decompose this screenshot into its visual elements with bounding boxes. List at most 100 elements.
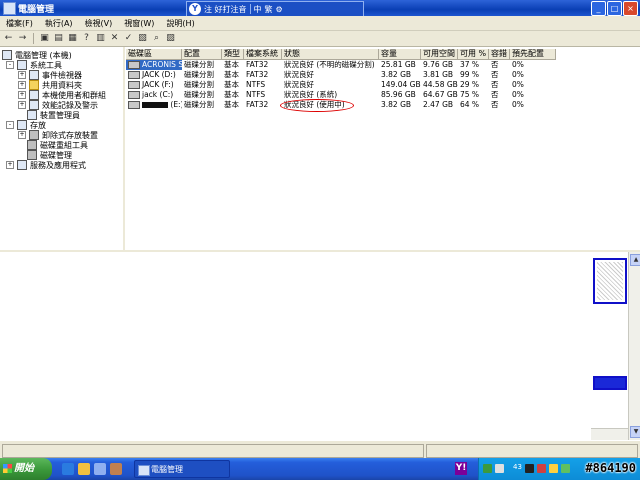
delete-icon[interactable]: ✕ <box>109 33 120 44</box>
drive-icon <box>128 61 140 69</box>
explorer-icon[interactable] <box>78 463 90 475</box>
col-free-space[interactable]: 可用空間 <box>421 49 458 59</box>
disk-management-icon <box>27 150 37 160</box>
col-status[interactable]: 狀態 <box>282 49 379 59</box>
collapse-icon[interactable]: - <box>6 121 14 129</box>
tree-node-services[interactable]: + 服務及應用程式 <box>6 160 86 170</box>
tree-node-disk-management[interactable]: 磁碟管理 <box>27 150 72 160</box>
tree-node-storage[interactable]: - 存放 <box>6 120 46 130</box>
window-title: 電腦管理 <box>18 5 55 15</box>
tree-node-removable-storage[interactable]: + 卸除式存放裝置 <box>18 130 98 140</box>
title-bar[interactable]: 電腦管理 Y 注 好打注音 中 繁 ⚙ _ □ × <box>0 0 640 17</box>
tray-app-icon[interactable] <box>525 464 534 473</box>
show-tree-icon[interactable]: ▤ <box>53 33 64 44</box>
ime-mode[interactable]: 中 <box>254 4 262 15</box>
col-volume[interactable]: 磁碟區 <box>126 49 182 59</box>
col-type[interactable]: 類型 <box>222 49 244 59</box>
drive-icon <box>128 91 140 99</box>
forward-icon[interactable]: → <box>17 33 28 44</box>
menu-window[interactable]: 視窗(W) <box>118 18 160 29</box>
taskbar-item-computer-management[interactable]: 電腦管理 <box>134 460 230 478</box>
tree-node-root[interactable]: 電腦管理 (本機) <box>2 50 72 60</box>
tray-number: 43 <box>513 463 522 471</box>
col-filesystem[interactable]: 檔案系統 <box>244 49 282 59</box>
tree-node-system-tools[interactable]: - 系統工具 <box>6 60 62 70</box>
hatched-fill <box>597 262 623 300</box>
check-icon[interactable]: ✓ <box>123 33 134 44</box>
tree-node-device-manager[interactable]: 裝置管理員 <box>27 110 80 120</box>
export-icon[interactable]: ▨ <box>165 33 176 44</box>
defrag-icon <box>27 140 37 150</box>
drive-icon <box>128 101 140 109</box>
properties-icon[interactable]: ▦ <box>67 33 78 44</box>
partition-block[interactable] <box>593 258 627 304</box>
col-fault-tolerance[interactable]: 容錯 <box>489 49 510 59</box>
view-icon[interactable]: ▥ <box>95 33 106 44</box>
table-row[interactable]: ACRONIS SZ 磁碟分割 基本 FAT32 狀況良好 (不明的磁碟分割) … <box>126 60 556 70</box>
back-icon[interactable]: ← <box>3 33 14 44</box>
expand-icon[interactable]: + <box>18 101 26 109</box>
search-icon[interactable]: ⌕ <box>151 33 162 44</box>
ie-icon[interactable] <box>62 463 74 475</box>
open-icon[interactable]: ▧ <box>137 33 148 44</box>
watermark-text: #864190 <box>585 461 636 475</box>
menu-file[interactable]: 檔案(F) <box>0 18 39 29</box>
services-icon <box>17 160 27 170</box>
expand-icon[interactable]: + <box>18 91 26 99</box>
app-quicklaunch-icon[interactable] <box>110 463 122 475</box>
tray-check-icon[interactable] <box>483 464 492 473</box>
ime-settings-icon[interactable]: ⚙ <box>276 5 283 14</box>
ime-bar[interactable]: Y 注 好打注音 中 繁 ⚙ <box>186 1 364 17</box>
tray-volume-icon[interactable] <box>549 464 558 473</box>
shared-folder-icon <box>29 80 39 90</box>
ime-punct[interactable]: 繁 <box>265 4 273 15</box>
menu-view[interactable]: 檢視(V) <box>79 18 119 29</box>
expand-icon[interactable]: + <box>18 131 26 139</box>
tree-node-local-users[interactable]: + 本機使用者和群組 <box>18 90 106 100</box>
performance-icon <box>29 100 39 110</box>
pane-splitter[interactable] <box>0 250 640 252</box>
table-row[interactable]: JACK (F:) 磁碟分割 基本 NTFS 狀況良好 149.04 GB 44… <box>126 80 556 90</box>
expand-icon[interactable]: + <box>18 81 26 89</box>
up-folder-icon[interactable]: ▣ <box>39 33 50 44</box>
removable-storage-icon <box>29 130 39 140</box>
col-overhead[interactable]: 預先配置 <box>510 49 556 59</box>
table-row[interactable]: JACK (D:) 磁碟分割 基本 FAT32 狀況良好 3.82 GB 3.8… <box>126 70 556 80</box>
expand-icon[interactable]: + <box>18 71 26 79</box>
tree-node-performance[interactable]: + 效能記錄及警示 <box>18 100 98 110</box>
ime-label: 注 好打注音 <box>204 4 247 14</box>
help-icon[interactable]: ? <box>81 33 92 44</box>
partition-block[interactable] <box>593 376 627 390</box>
taskbar: 開始 電腦管理 Y! 43 #864190 <box>0 458 640 480</box>
scroll-down-icon[interactable]: ▼ <box>630 426 640 438</box>
maximize-button[interactable]: □ <box>607 1 622 16</box>
menu-bar: 檔案(F) 執行(A) 檢視(V) 視窗(W) 說明(H) <box>0 16 640 31</box>
tree-node-defrag[interactable]: 磁碟重組工具 <box>27 140 88 150</box>
tray-network-icon[interactable] <box>495 464 504 473</box>
tray-security-icon[interactable] <box>561 464 570 473</box>
menu-help[interactable]: 說明(H) <box>160 18 200 29</box>
collapse-icon[interactable]: - <box>6 61 14 69</box>
vertical-scrollbar[interactable]: ▲ ▼ <box>628 252 640 440</box>
close-button[interactable]: × <box>623 1 638 16</box>
tree-node-shared-folders[interactable]: + 共用資料夾 <box>18 80 82 90</box>
status-highlight-ellipse <box>280 99 354 112</box>
expand-icon[interactable]: + <box>6 161 14 169</box>
windows-logo-icon <box>618 18 636 28</box>
tree-node-event-viewer[interactable]: + 事件檢視器 <box>18 70 82 80</box>
drive-icon <box>128 71 140 79</box>
tray-alert-icon[interactable] <box>537 464 546 473</box>
minimize-button[interactable]: _ <box>591 1 606 16</box>
yahoo-icon[interactable]: Y! <box>455 462 467 475</box>
ime-divider <box>249 4 251 14</box>
yahoo-ime-icon[interactable]: Y <box>189 3 201 15</box>
desktop-icon[interactable] <box>94 463 106 475</box>
scroll-up-icon[interactable]: ▲ <box>630 254 640 266</box>
col-capacity[interactable]: 容量 <box>379 49 421 59</box>
table-row[interactable]: jack (C:) 磁碟分割 基本 NTFS 狀況良好 (系統) 85.96 G… <box>126 90 556 100</box>
col-layout[interactable]: 配置 <box>182 49 222 59</box>
col-free-percent[interactable]: 可用 % <box>458 49 489 59</box>
start-button[interactable]: 開始 <box>0 458 52 480</box>
menu-action[interactable]: 執行(A) <box>39 18 79 29</box>
storage-icon <box>17 120 27 130</box>
